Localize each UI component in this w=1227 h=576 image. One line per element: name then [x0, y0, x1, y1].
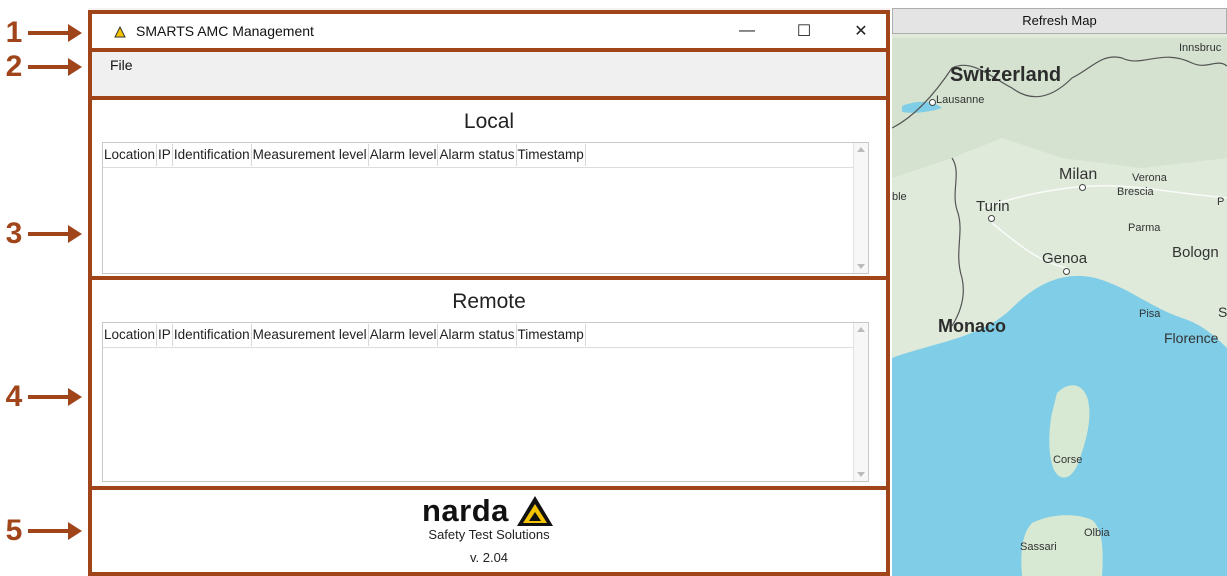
map-pane[interactable]: Refresh Map Switzerland Lausanne Innsbru… [892, 8, 1227, 576]
callout-2: 2 [2, 50, 82, 84]
col-measurement-level[interactable]: Measurement level [252, 324, 369, 346]
refresh-map-button[interactable]: Refresh Map [892, 8, 1227, 34]
map-label-turin: Turin [976, 198, 1010, 215]
menu-file[interactable]: File [110, 57, 133, 73]
narda-wordmark: narda [422, 493, 509, 528]
narda-tagline: Safety Test Solutions [428, 527, 550, 542]
callout-number: 5 [5, 514, 23, 547]
window-title: SMARTS AMC Management [136, 23, 314, 39]
callout-1: 1 [2, 16, 82, 50]
local-panel: Local Location IP Identification Measure… [88, 96, 890, 280]
map-dot [929, 99, 936, 106]
map-label-genoa: Genoa [1042, 250, 1088, 267]
remote-scrollbar[interactable] [853, 323, 868, 481]
col-timestamp[interactable]: Timestamp [517, 324, 586, 346]
col-identification[interactable]: Identification [173, 144, 252, 166]
callout-5: 5 [2, 514, 82, 548]
minimize-button[interactable]: — [730, 17, 764, 45]
titlebar: SMARTS AMC Management — ☐ ✕ [88, 10, 890, 52]
map-dot [1079, 184, 1086, 191]
map-label-sassari: Sassari [1020, 541, 1057, 553]
map-label-brescia: Brescia [1117, 186, 1154, 198]
col-alarm-status[interactable]: Alarm status [438, 324, 517, 346]
version-label: v. 2.04 [469, 550, 509, 565]
callout-number: 4 [5, 380, 23, 413]
remote-grid-header: Location IP Identification Measurement l… [103, 323, 868, 348]
map-label-p: P [1217, 196, 1225, 208]
menubar: File [88, 48, 890, 100]
narda-logo: narda [422, 494, 555, 528]
remote-panel: Remote Location IP Identification Measur… [88, 276, 890, 490]
maximize-button[interactable]: ☐ [787, 17, 821, 45]
col-identification[interactable]: Identification [173, 324, 252, 346]
map-label-verona: Verona [1132, 172, 1167, 184]
scroll-up-icon[interactable] [857, 147, 865, 152]
col-timestamp[interactable]: Timestamp [517, 144, 586, 166]
close-button[interactable]: ✕ [844, 17, 878, 45]
col-ip[interactable]: IP [157, 324, 173, 346]
local-grid-header: Location IP Identification Measurement l… [103, 143, 868, 168]
map-label-lausanne: Lausanne [936, 94, 985, 106]
col-alarm-level[interactable]: Alarm level [369, 324, 439, 346]
callout-arrow-icon [28, 388, 82, 406]
callout-number: 3 [5, 217, 23, 250]
callout-4: 4 [2, 380, 82, 414]
map-label-milan: Milan [1059, 166, 1098, 183]
footer: narda Safety Test Solutions v. 2.04 [88, 486, 890, 576]
scroll-up-icon[interactable] [857, 327, 865, 332]
map-label-switzerland: Switzerland [950, 64, 1062, 86]
col-alarm-status[interactable]: Alarm status [438, 144, 517, 166]
titlebar-content: SMARTS AMC Management — ☐ ✕ [92, 14, 886, 48]
map-label-s: S [1218, 304, 1227, 320]
col-alarm-level[interactable]: Alarm level [369, 144, 439, 166]
map-label-innsbruck: Innsbruc [1179, 42, 1222, 54]
callout-number: 1 [5, 16, 23, 49]
local-grid[interactable]: Location IP Identification Measurement l… [102, 142, 869, 274]
col-location[interactable]: Location [103, 324, 158, 346]
map-label-corse: Corse [1053, 454, 1083, 466]
callout-arrow-icon [28, 24, 82, 42]
col-measurement-level[interactable]: Measurement level [252, 144, 369, 166]
map-label-florence: Florence [1164, 330, 1219, 346]
local-scrollbar[interactable] [853, 143, 868, 273]
callout-arrow-icon [28, 522, 82, 540]
remote-grid[interactable]: Location IP Identification Measurement l… [102, 322, 869, 482]
scroll-down-icon[interactable] [857, 472, 865, 477]
map-label-olbia: Olbia [1084, 527, 1110, 539]
map-dot [1063, 268, 1070, 275]
local-title: Local [463, 110, 515, 133]
callout-arrow-icon [28, 225, 82, 243]
callout-arrow-icon [28, 58, 82, 76]
app-window: SMARTS AMC Management — ☐ ✕ File Local L… [88, 8, 890, 576]
scroll-down-icon[interactable] [857, 264, 865, 269]
map-label-pisa: Pisa [1139, 308, 1161, 320]
map-label-bologna: Bologn [1172, 244, 1219, 261]
callout-number: 2 [5, 50, 23, 83]
callout-3: 3 [2, 217, 82, 251]
map-label-ble: ble [892, 191, 907, 203]
map-dot [988, 215, 995, 222]
app-icon [114, 25, 126, 38]
narda-triangle-icon [516, 496, 553, 526]
map-label-parma: Parma [1128, 222, 1161, 234]
col-location[interactable]: Location [103, 144, 158, 166]
map-label-monaco: Monaco [938, 316, 1007, 336]
remote-title: Remote [452, 290, 526, 313]
col-ip[interactable]: IP [157, 144, 173, 166]
